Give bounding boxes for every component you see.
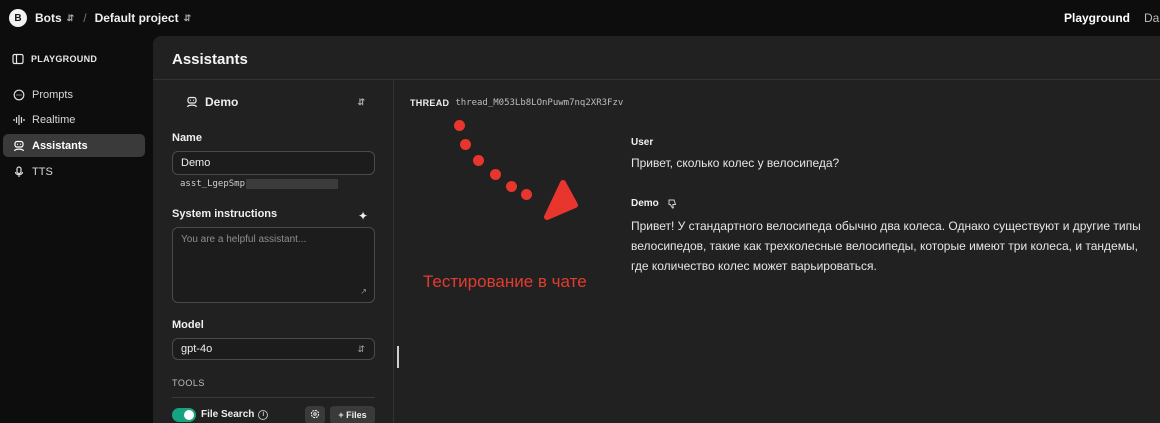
assistant-selector[interactable]: Demo ⇵ (172, 90, 375, 114)
redacted-block (246, 179, 339, 189)
chat-bubble-icon (12, 88, 25, 101)
assistant-id: asst_LgepSmp (180, 179, 339, 189)
sparkle-icon[interactable]: ✦ (358, 209, 368, 223)
sidebar-item-label: Prompts (32, 88, 73, 101)
arrow-dot (473, 155, 484, 166)
top-bar: B Bots ⇵ / Default project ⇵ Playground … (0, 0, 1160, 36)
sidebar-heading-label: PLAYGROUND (31, 53, 98, 64)
system-instructions-input[interactable]: You are a helpful assistant... ↗ (172, 227, 375, 303)
thread-label: THREAD (410, 98, 450, 108)
org-switcher[interactable]: Bots ⇵ (35, 11, 74, 25)
sidebar: PLAYGROUND Prompts Realtime Assistants T… (0, 36, 153, 423)
gear-icon (310, 409, 320, 421)
arrow-dot (460, 139, 471, 150)
file-search-label: File Search i (201, 409, 269, 420)
message-user: Привет, сколько колес у велосипеда? (631, 156, 840, 170)
thread-header: THREAD thread_M053Lb8LOnPuwm7nq2XR3Fzv (410, 98, 623, 108)
org-avatar[interactable]: B (9, 9, 27, 27)
sidebar-item-realtime[interactable]: Realtime (3, 108, 145, 131)
system-instructions-label: System instructions (172, 208, 278, 220)
sidebar-item-prompts[interactable]: Prompts (3, 83, 145, 106)
assistant-selector-label: Demo (205, 95, 239, 109)
sidebar-panel-icon (11, 52, 24, 65)
message-assistant: Привет! У стандартного велосипеда обычно… (631, 219, 1141, 273)
microphone-icon (12, 165, 25, 178)
toggle-knob (184, 410, 194, 420)
model-value: gpt-4o (181, 343, 213, 355)
robot-icon (185, 96, 198, 109)
sidebar-item-label: Realtime (32, 113, 76, 126)
arrow-head (544, 180, 578, 220)
message-author-user: User (631, 137, 654, 148)
arrow-dot (521, 189, 532, 200)
breadcrumb-separator: / (83, 11, 87, 25)
tools-label: TOOLS (172, 378, 205, 388)
chevron-up-down-icon: ⇵ (66, 12, 75, 23)
add-files-button[interactable]: + Files (330, 406, 375, 423)
sidebar-item-tts[interactable]: TTS (3, 160, 145, 183)
project-name: Default project (94, 11, 179, 25)
arrow-dot (490, 169, 501, 180)
playground-link[interactable]: Playground (1064, 11, 1130, 25)
assistant-author-name: Demo (631, 198, 659, 209)
header-divider (153, 79, 1160, 80)
main-panel: Assistants Demo ⇵ Name Demo asst_LgepSmp… (153, 36, 1160, 423)
annotation-text: Тестирование в чате (423, 272, 587, 291)
arrow-dot (454, 120, 465, 131)
info-icon[interactable]: i (258, 409, 269, 420)
expand-icon[interactable]: ↗ (360, 287, 367, 296)
file-search-toggle[interactable] (172, 408, 196, 422)
model-select[interactable]: gpt-4o ⇵ (172, 338, 375, 360)
org-name: Bots (35, 11, 62, 25)
instructions-placeholder: You are a helpful assistant... (181, 234, 307, 245)
robot-icon (12, 139, 25, 152)
file-search-text: File Search (201, 409, 255, 420)
arrow-dot (506, 181, 517, 192)
tools-divider (172, 397, 375, 398)
assistant-id-text: asst_LgepSmp (180, 179, 246, 189)
sidebar-item-label: Assistants (32, 139, 88, 152)
column-divider (393, 79, 394, 423)
model-label: Model (172, 319, 204, 331)
sidebar-item-label: TTS (32, 165, 53, 178)
sidebar-heading[interactable]: PLAYGROUND (11, 52, 97, 65)
resize-handle[interactable] (397, 346, 399, 368)
chevron-up-down-icon: ⇵ (357, 96, 365, 107)
project-switcher[interactable]: Default project ⇵ (95, 11, 192, 25)
waveform-icon (12, 113, 25, 126)
message-author-assistant: Demo (631, 198, 677, 209)
thumbs-down-icon[interactable] (667, 199, 677, 209)
chevron-up-down-icon: ⇵ (183, 12, 192, 23)
name-label: Name (172, 132, 202, 144)
thread-id[interactable]: thread_M053Lb8LOnPuwm7nq2XR3Fzv (455, 98, 623, 108)
dashboard-link[interactable]: Da (1144, 11, 1160, 25)
file-search-settings-button[interactable] (305, 406, 325, 423)
name-input[interactable]: Demo (172, 151, 375, 175)
sidebar-item-assistants[interactable]: Assistants (3, 134, 145, 157)
page-title: Assistants (172, 51, 248, 68)
chevron-up-down-icon: ⇵ (357, 343, 365, 354)
